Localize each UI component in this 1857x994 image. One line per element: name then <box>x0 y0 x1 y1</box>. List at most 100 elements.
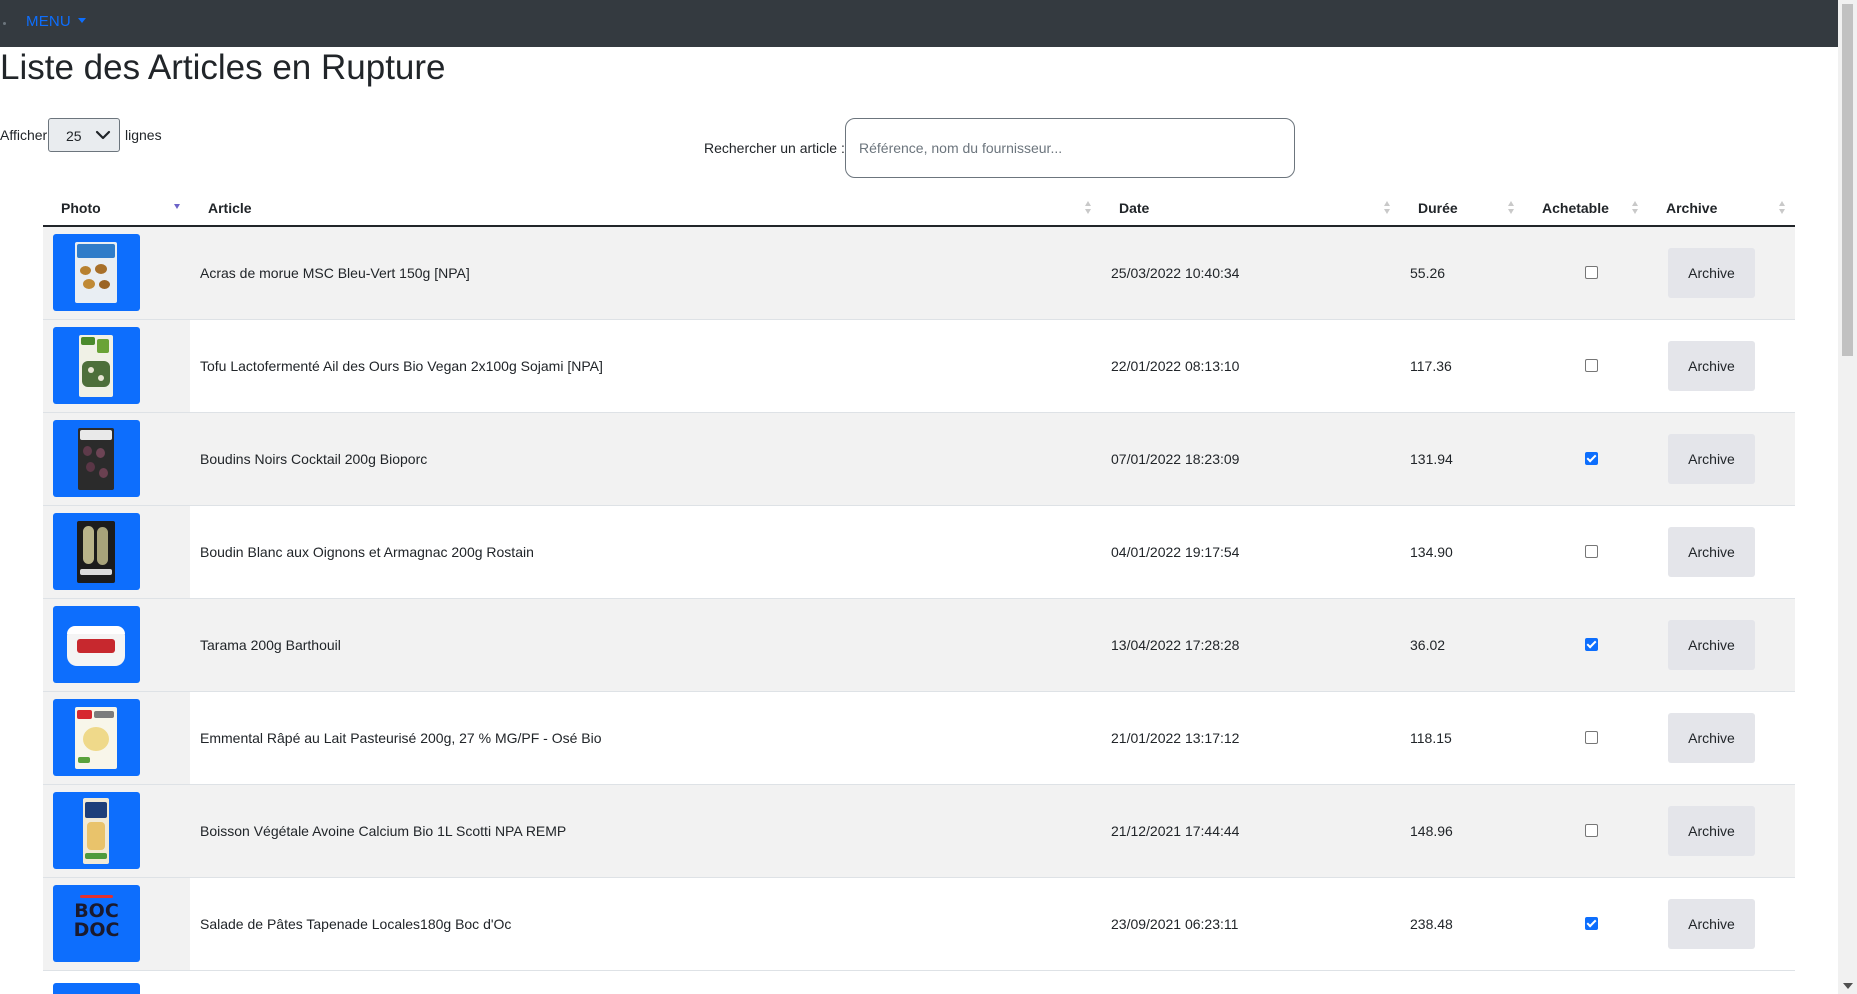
page-title: Liste des Articles en Rupture <box>0 48 446 87</box>
archive-cell: Archive <box>1648 412 1795 506</box>
photo-cell: BOC DOC <box>43 877 190 971</box>
logo-line-2: DOC <box>73 919 120 941</box>
search-label: Rechercher un article : <box>704 140 845 156</box>
table-row: Tarama 200g Barthouil 13/04/2022 17:28:2… <box>43 598 1795 692</box>
archive-button[interactable]: Archive <box>1668 433 1755 484</box>
duree-cell: 117.36 <box>1400 319 1524 413</box>
page-length-value: 25 <box>66 128 82 144</box>
duree-cell: 118.15 <box>1400 691 1524 785</box>
achetable-checkbox[interactable] <box>1584 824 1598 837</box>
column-header-achetable[interactable]: Achetable <box>1524 190 1648 227</box>
product-photo[interactable]: BOC DOC <box>53 885 140 962</box>
date-cell: 04/01/2022 19:17:54 <box>1101 505 1400 599</box>
chevron-down-icon <box>95 130 111 140</box>
article-cell: Boisson Végétale Avoine Calcium Bio 1L S… <box>190 784 1101 878</box>
product-photo[interactable] <box>53 699 140 776</box>
archive-cell: Archive <box>1648 319 1795 413</box>
column-header-label: Photo <box>61 199 101 216</box>
photo-cell <box>43 226 190 320</box>
achetable-cell <box>1524 505 1648 599</box>
photo-cell <box>43 784 190 878</box>
duree-cell: 55.26 <box>1400 226 1524 320</box>
duree-cell: 238.48 <box>1400 877 1524 971</box>
caret-down-icon <box>77 18 86 23</box>
archive-cell: Archive <box>1648 226 1795 320</box>
achetable-cell <box>1524 412 1648 506</box>
column-header-article[interactable]: Article <box>190 190 1101 227</box>
menu-label: MENU <box>26 13 71 30</box>
photo-cell <box>43 598 190 692</box>
photo-cell <box>43 691 190 785</box>
archive-cell: Archive <box>1648 505 1795 599</box>
product-photo[interactable] <box>53 327 140 404</box>
archive-cell: Archive <box>1648 691 1795 785</box>
column-header-label: Article <box>208 199 252 216</box>
article-cell: Emmental Râpé au Lait Pasteurisé 200g, 2… <box>190 691 1101 785</box>
achetable-checkbox[interactable] <box>1584 452 1598 465</box>
achetable-cell <box>1524 691 1648 785</box>
menu-dropdown-toggle[interactable]: MENU <box>26 13 86 30</box>
table-row: Boudins Noirs Cocktail 200g Bioporc 07/0… <box>43 412 1795 506</box>
table-row: Acras de morue MSC Bleu-Vert 150g [NPA] … <box>43 226 1795 320</box>
article-cell: Tarama 200g Barthouil <box>190 598 1101 692</box>
duree-cell: 131.94 <box>1400 412 1524 506</box>
photo-cell <box>43 412 190 506</box>
achetable-checkbox[interactable] <box>1584 731 1598 744</box>
articles-table: Photo Article Date Durée Achetable Archi… <box>43 190 1795 971</box>
top-navbar: MENU <box>0 0 1838 47</box>
page-length-select[interactable]: 25 <box>48 118 120 152</box>
column-header-duree[interactable]: Durée <box>1400 190 1524 227</box>
table-row: BOC DOC Salade de Pâtes Tapenade Locales… <box>43 877 1795 971</box>
table-row: Emmental Râpé au Lait Pasteurisé 200g, 2… <box>43 691 1795 785</box>
archive-button[interactable]: Archive <box>1668 619 1755 670</box>
column-header-archive[interactable]: Archive <box>1648 190 1795 227</box>
archive-button[interactable]: Archive <box>1668 340 1755 391</box>
column-header-label: Durée <box>1418 199 1458 216</box>
achetable-cell <box>1524 598 1648 692</box>
achetable-checkbox[interactable] <box>1584 359 1598 372</box>
table-row: Boisson Végétale Avoine Calcium Bio 1L S… <box>43 784 1795 878</box>
product-photo[interactable] <box>53 792 140 869</box>
archive-cell: Archive <box>1648 877 1795 971</box>
column-header-date[interactable]: Date <box>1101 190 1400 227</box>
nav-bullet-icon <box>3 22 6 25</box>
product-photo[interactable] <box>53 513 140 590</box>
date-cell: 13/04/2022 17:28:28 <box>1101 598 1400 692</box>
product-photo[interactable] <box>53 234 140 312</box>
scroll-down-arrow-icon[interactable] <box>1843 983 1853 989</box>
archive-button[interactable]: Archive <box>1668 247 1755 298</box>
achetable-cell <box>1524 877 1648 971</box>
length-suffix-label: lignes <box>125 127 162 143</box>
archive-button[interactable]: Archive <box>1668 805 1755 856</box>
archive-cell: Archive <box>1648 784 1795 878</box>
product-photo[interactable] <box>53 606 140 683</box>
product-photo[interactable] <box>53 420 140 497</box>
article-cell: Boudin Blanc aux Oignons et Armagnac 200… <box>190 505 1101 599</box>
sort-icon <box>1779 201 1786 215</box>
sort-icon <box>1384 201 1391 215</box>
achetable-checkbox[interactable] <box>1584 917 1598 930</box>
table-header-row: Photo Article Date Durée Achetable Archi… <box>43 190 1795 227</box>
sort-icon <box>1508 201 1515 215</box>
achetable-checkbox[interactable] <box>1584 266 1598 280</box>
search-input[interactable] <box>845 118 1295 178</box>
archive-button[interactable]: Archive <box>1668 898 1755 949</box>
achetable-checkbox[interactable] <box>1584 545 1598 558</box>
achetable-cell <box>1524 226 1648 320</box>
column-header-label: Archive <box>1666 199 1718 216</box>
scrollbar-thumb[interactable] <box>1842 4 1853 356</box>
page-scrollbar[interactable] <box>1838 0 1857 994</box>
achetable-checkbox[interactable] <box>1584 638 1598 651</box>
archive-button[interactable]: Archive <box>1668 526 1755 577</box>
duree-cell: 148.96 <box>1400 784 1524 878</box>
date-cell: 21/01/2022 13:17:12 <box>1101 691 1400 785</box>
table-row: Tofu Lactofermenté Ail des Ours Bio Vega… <box>43 319 1795 413</box>
boc-doc-logo-icon: BOC DOC <box>53 885 140 962</box>
table-row: Boudin Blanc aux Oignons et Armagnac 200… <box>43 505 1795 599</box>
article-cell: Salade de Pâtes Tapenade Locales180g Boc… <box>190 877 1101 971</box>
product-photo-partial <box>53 983 140 994</box>
column-header-photo[interactable]: Photo <box>43 190 190 227</box>
date-cell: 23/09/2021 06:23:11 <box>1101 877 1400 971</box>
archive-button[interactable]: Archive <box>1668 712 1755 763</box>
sort-icon <box>1085 201 1092 215</box>
